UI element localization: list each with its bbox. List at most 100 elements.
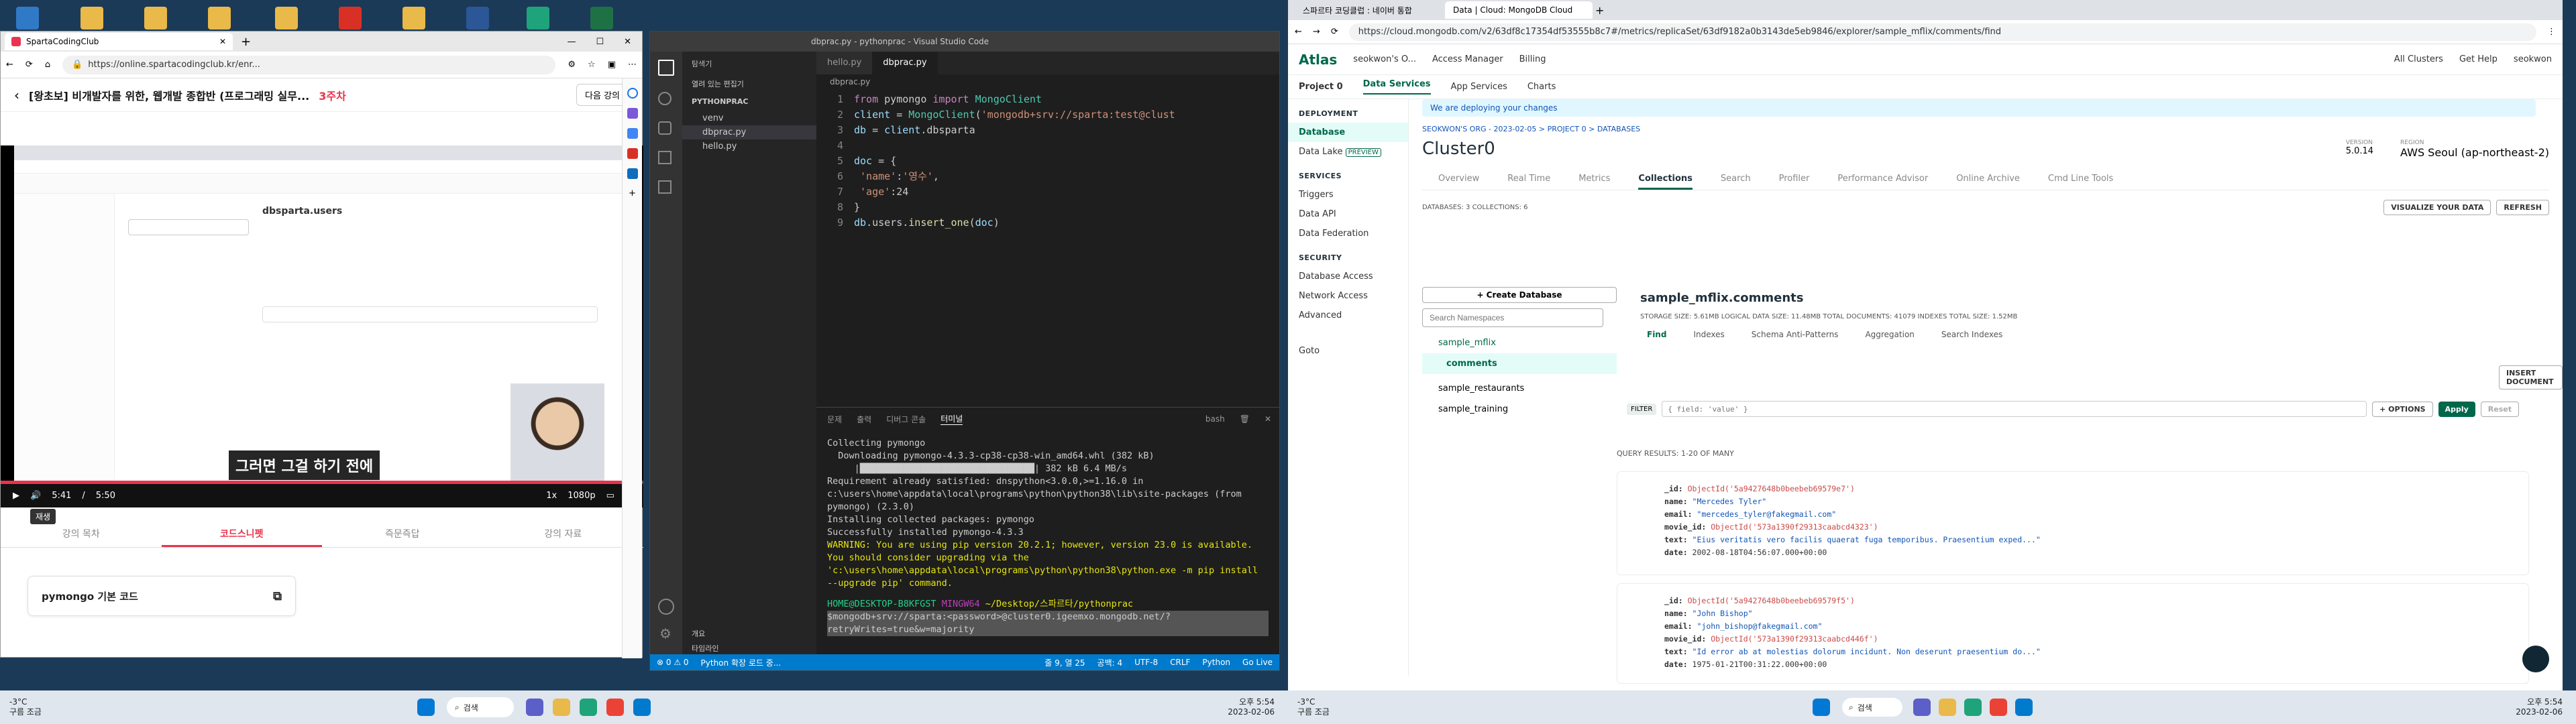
close-window-icon[interactable]: ✕ [624,37,631,47]
status-golive[interactable]: Go Live [1242,658,1273,667]
code-editor[interactable]: hello.py dbprac.py dbprac.py 1 from pymon… [816,52,1279,400]
teams-icon[interactable] [1913,699,1931,716]
taskbar-search[interactable]: ⌕ 검색 [446,697,514,717]
file-venv[interactable]: venv [682,111,816,125]
forward-icon[interactable]: → [1313,27,1320,37]
edge-taskbar-icon[interactable] [1964,699,1982,716]
file-hello[interactable]: hello.py [682,139,816,154]
tab-realtime[interactable]: Real Time [1507,174,1550,190]
quality-button[interactable]: 1080p [568,491,595,501]
tab-qna[interactable]: 즉문즉답 [322,521,483,547]
tab-metrics[interactable]: Metrics [1578,174,1610,190]
video-player[interactable]: dbsparta.users 그러면 그걸 하기 전에 ▶ 🔊 5:41 / 5… [1,145,643,507]
refresh-icon[interactable]: ⟳ [25,60,33,70]
nav-app-services[interactable]: App Services [1451,82,1507,92]
new-tab-icon[interactable]: + [1595,4,1604,17]
file-dbprac[interactable]: dbprac.py [682,125,816,139]
minimize-icon[interactable]: — [567,37,576,47]
run-debug-icon[interactable] [658,151,672,164]
tab-aggregation[interactable]: Aggregation [1865,330,1914,339]
close-panel-icon[interactable]: ✕ [1265,414,1271,424]
tree-sample-mflix[interactable]: sample_mflix [1422,335,1617,351]
chat-bubble-icon[interactable] [2522,646,2549,672]
search-icon[interactable] [627,88,638,99]
status-eol[interactable]: CRLF [1170,658,1190,667]
tab-schema[interactable]: Schema Anti-Patterns [1752,330,1839,339]
project-selector[interactable]: Project 0 [1299,82,1343,92]
tab-snippets[interactable]: 코드스니펫 [161,521,322,547]
maximize-icon[interactable]: ☐ [596,37,604,47]
speed-button[interactable]: 1x [546,491,557,501]
file-explorer-icon[interactable] [1938,699,1956,716]
vscode-taskbar-icon[interactable] [2015,699,2033,716]
panel-tab-terminal[interactable]: 터미널 [941,413,963,425]
back-icon[interactable]: ← [6,60,13,70]
open-editors-section[interactable]: 열려 있는 편집기 [682,76,816,92]
tab-online-archive[interactable]: Online Archive [1956,174,2020,190]
org-selector[interactable]: seokwon's O... [1353,54,1416,64]
home-icon[interactable]: ⌂ [45,60,50,70]
project-folder[interactable]: PYTHONPRAC [682,92,816,111]
outline-section[interactable]: 개요 [682,625,714,642]
address-bar[interactable]: 🔒 https://online.spartacodingclub.kr/enr.… [62,55,556,74]
outlook-icon[interactable] [627,168,638,179]
taskbar-search[interactable]: ⌕ 검색 [1841,698,1902,717]
atlas-logo[interactable]: Atlas [1299,52,1337,68]
status-problems[interactable]: ⊗ 0 ⚠ 0 [657,658,689,667]
apply-button[interactable]: Apply [2438,401,2475,417]
address-bar[interactable]: https://cloud.mongodb.com/v2/63df8c17354… [1348,23,2536,41]
lesson-back-icon[interactable]: ‹ [14,87,19,103]
trash-icon[interactable]: 🗑 [1240,414,1250,424]
settings-gear-icon[interactable]: ⚙ [659,625,672,642]
tab-profiler[interactable]: Profiler [1779,174,1810,190]
tab-perf-advisor[interactable]: Performance Advisor [1837,174,1928,190]
chrome-icon[interactable] [1989,699,2007,716]
tab-cmd-line[interactable]: Cmd Line Tools [2048,174,2113,190]
file-explorer-icon[interactable] [552,699,570,716]
explorer-icon[interactable] [658,60,674,76]
tab-hello[interactable]: hello.py [816,52,873,74]
edge-icon[interactable] [527,7,549,29]
refresh-icon[interactable]: ⟳ [1331,27,1338,37]
chrome-icon[interactable] [606,699,624,716]
more-icon[interactable]: ⋮ [2547,27,2556,37]
user-menu[interactable]: seokwon [2514,54,2552,64]
folder-icon[interactable] [275,7,298,29]
access-manager[interactable]: Access Manager [1432,54,1503,64]
folder-icon[interactable] [208,7,231,29]
visualize-button[interactable]: VISUALIZE YOUR DATA [2383,200,2491,215]
nav-data-services[interactable]: Data Services [1362,79,1431,95]
tree-comments[interactable]: comments [1422,353,1617,374]
shell-name[interactable]: bash [1205,414,1225,424]
tab-search[interactable]: Search [1721,174,1751,190]
next-lesson-button[interactable]: 다음 강의 [576,84,629,106]
tree-sample-restaurants[interactable]: sample_restaurants [1422,378,1617,399]
nav-database[interactable]: Database [1288,123,1408,142]
tab-materials[interactable]: 강의 자료 [483,521,644,547]
status-position[interactable]: 줄 9, 열 25 [1044,657,1085,668]
extensions-icon[interactable] [658,180,672,194]
vscode-taskbar-icon[interactable] [633,699,651,716]
breadcrumb[interactable]: SEOKWON'S ORG - 2023-02-05 > PROJECT 0 >… [1422,125,2563,133]
volume-icon[interactable]: 🔊 [30,491,41,501]
refresh-button[interactable]: REFRESH [2496,200,2549,215]
nav-network-access[interactable]: Network Access [1288,286,1408,306]
status-encoding[interactable]: UTF-8 [1134,658,1158,667]
clock-date[interactable]: 2023-02-06 [2516,707,2563,717]
more-icon[interactable]: ⋯ [628,60,637,70]
search-icon[interactable] [658,92,672,105]
play-icon[interactable]: ▶ [13,491,19,501]
panel-tab-problems[interactable]: 문제 [827,414,842,425]
snippet-card[interactable]: pymongo 기본 코드 ⧉ [28,576,296,616]
billing-link[interactable]: Billing [1519,54,1546,64]
mongo-tab-atlas[interactable]: Data | Cloud: MongoDB Cloud [1445,1,1593,19]
nav-advanced[interactable]: Advanced [1288,306,1408,325]
editor-breadcrumb[interactable]: dbprac.py [830,77,870,86]
nav-charts[interactable]: Charts [1527,82,1556,92]
nav-data-api[interactable]: Data API [1288,204,1408,224]
document-card[interactable]: _id: ObjectId('5a9427648b0beebeb69579e7'… [1617,471,2529,575]
folder-icon[interactable] [402,7,425,29]
nav-data-federation[interactable]: Data Federation [1288,224,1408,243]
panel-tab-output[interactable]: 출력 [857,414,871,425]
tools-icon[interactable] [627,108,638,119]
